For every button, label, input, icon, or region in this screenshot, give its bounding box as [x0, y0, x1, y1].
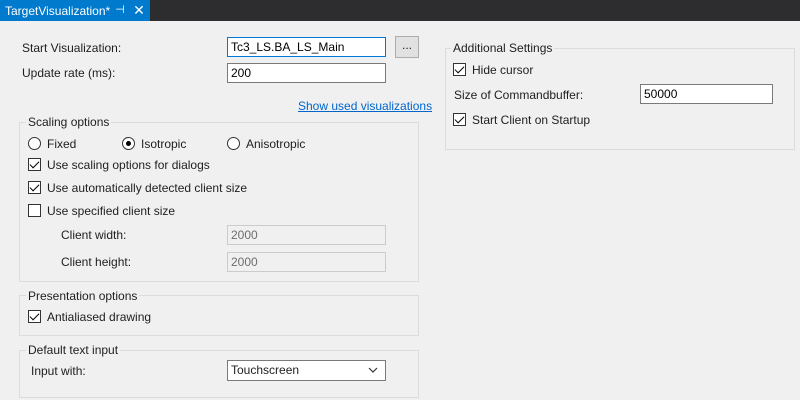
additional-settings-title: Additional Settings: [451, 41, 555, 55]
hide-cursor-label: Hide cursor: [472, 63, 534, 77]
commandbuffer-label: Size of Commandbuffer:: [454, 88, 584, 102]
radio-fixed[interactable]: [28, 137, 41, 150]
presentation-options-title: Presentation options: [26, 289, 140, 303]
document-tabstrip: TargetVisualization* ⊣ ✕: [0, 0, 800, 21]
start-visualization-input[interactable]: Tc3_LS.BA_LS_Main: [227, 37, 386, 57]
update-rate-label: Update rate (ms):: [22, 66, 116, 80]
client-height-input[interactable]: 2000: [227, 252, 386, 272]
chevron-down-icon: [368, 367, 378, 373]
use-scaling-dialogs-checkbox[interactable]: [28, 158, 41, 171]
tab-title: TargetVisualization*: [5, 4, 111, 18]
use-scaling-dialogs-label: Use scaling options for dialogs: [47, 158, 210, 172]
radio-fixed-label: Fixed: [47, 137, 77, 151]
radio-isotropic-label: Isotropic: [141, 137, 187, 151]
radio-anisotropic[interactable]: [227, 137, 240, 150]
radio-isotropic[interactable]: [122, 137, 135, 150]
client-width-label: Client width:: [61, 228, 127, 242]
specified-size-label: Use specified client size: [47, 204, 176, 218]
update-rate-input[interactable]: 200: [227, 63, 386, 83]
radio-anisotropic-label: Anisotropic: [246, 137, 306, 151]
default-text-input-title: Default text input: [26, 343, 121, 357]
auto-detected-size-checkbox[interactable]: [28, 181, 41, 194]
close-icon[interactable]: ✕: [132, 3, 146, 17]
auto-detected-size-label: Use automatically detected client size: [47, 181, 248, 195]
browse-button[interactable]: ...: [395, 36, 419, 58]
specified-size-checkbox[interactable]: [28, 204, 41, 217]
commandbuffer-input[interactable]: 50000: [640, 84, 773, 104]
input-with-value: Touchscreen: [231, 363, 300, 377]
hide-cursor-checkbox[interactable]: [453, 63, 466, 76]
show-used-visualizations-link[interactable]: Show used visualizations: [298, 99, 432, 113]
start-client-label: Start Client on Startup: [472, 113, 591, 127]
pin-icon[interactable]: ⊣: [113, 3, 127, 17]
input-with-label: Input with:: [31, 364, 86, 378]
tab-target-visualization[interactable]: TargetVisualization* ⊣ ✕: [0, 0, 150, 21]
start-visualization-label: Start Visualization:: [22, 41, 122, 55]
input-with-select[interactable]: Touchscreen: [227, 360, 386, 381]
antialiased-drawing-checkbox[interactable]: [28, 310, 41, 323]
scaling-options-title: Scaling options: [26, 115, 112, 129]
client-width-input[interactable]: 2000: [227, 225, 386, 245]
client-height-label: Client height:: [61, 255, 132, 269]
antialiased-drawing-label: Antialiased drawing: [47, 310, 152, 324]
start-client-checkbox[interactable]: [453, 113, 466, 126]
